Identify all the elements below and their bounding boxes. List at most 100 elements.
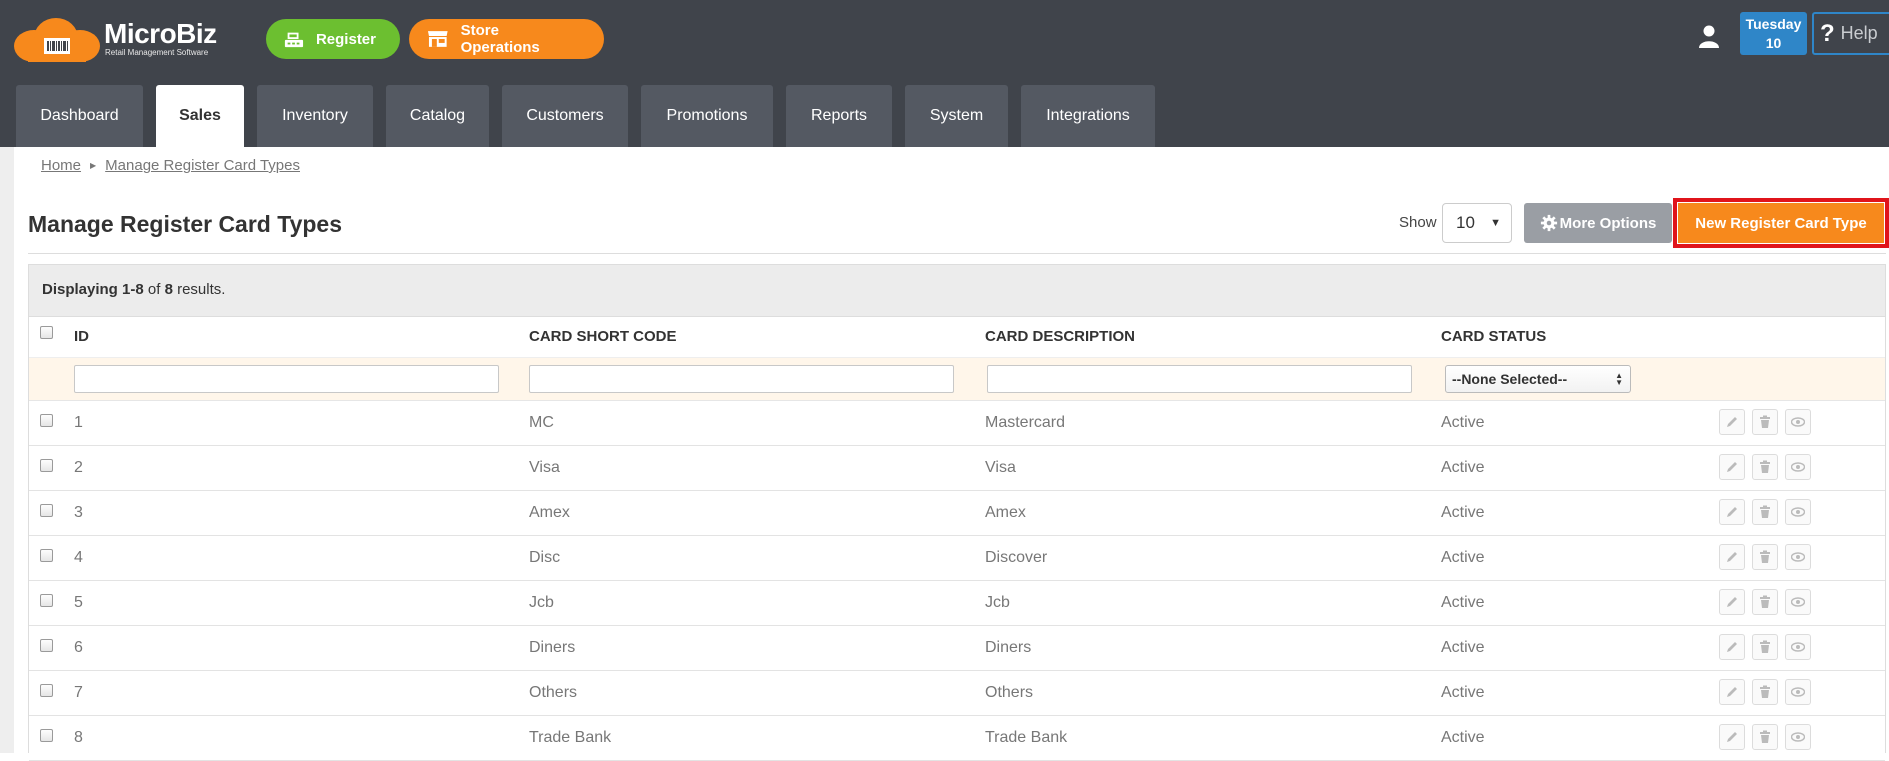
row-checkbox[interactable] [40, 414, 53, 427]
delete-button[interactable] [1752, 544, 1778, 570]
description-filter-input[interactable] [987, 365, 1412, 393]
cell-code: Diners [529, 639, 576, 656]
help-button[interactable]: ? Help [1812, 12, 1889, 55]
date-badge[interactable]: Tuesday 10 [1740, 12, 1807, 55]
row-checkbox[interactable] [40, 684, 53, 697]
row-checkbox[interactable] [40, 504, 53, 517]
tab-promotions[interactable]: Promotions [641, 85, 773, 147]
eye-icon [1791, 417, 1805, 427]
row-checkbox[interactable] [40, 639, 53, 652]
view-button[interactable] [1785, 589, 1811, 615]
view-button[interactable] [1785, 724, 1811, 750]
row-checkbox[interactable] [40, 459, 53, 472]
status-filter-select[interactable]: --None Selected-- ▲ ▼ [1445, 365, 1631, 393]
cell-status: Active [1441, 549, 1485, 566]
cell-id: 5 [74, 594, 83, 611]
trash-icon [1760, 730, 1770, 743]
edit-button[interactable] [1719, 634, 1745, 660]
filter-row: --None Selected-- ▲ ▼ [29, 358, 1885, 401]
delete-button[interactable] [1752, 724, 1778, 750]
pencil-icon [1727, 597, 1737, 607]
tab-catalog[interactable]: Catalog [386, 85, 489, 147]
table-row[interactable]: 7 Others Others Active [29, 671, 1885, 716]
edit-button[interactable] [1719, 454, 1745, 480]
delete-button[interactable] [1752, 454, 1778, 480]
tab-system[interactable]: System [905, 85, 1008, 147]
microbiz-logo[interactable]: MicroBiz Retail Management Software [14, 12, 224, 62]
select-all-checkbox[interactable] [40, 326, 53, 339]
delete-button[interactable] [1752, 499, 1778, 525]
table-row[interactable]: 8 Trade Bank Trade Bank Active [29, 716, 1885, 761]
view-button[interactable] [1785, 634, 1811, 660]
tab-inventory[interactable]: Inventory [257, 85, 373, 147]
view-button[interactable] [1785, 679, 1811, 705]
row-checkbox[interactable] [40, 729, 53, 742]
more-options-button[interactable]: More Options [1524, 203, 1672, 243]
cash-register-icon [284, 32, 304, 48]
cell-status: Active [1441, 504, 1485, 521]
table-row[interactable]: 4 Disc Discover Active [29, 536, 1885, 581]
register-button[interactable]: Register [266, 19, 400, 59]
page-size-select[interactable]: 10 ▼ [1442, 203, 1512, 243]
table-body: 1 MC Mastercard Active 2 Visa Visa Activ… [29, 401, 1885, 761]
edit-button[interactable] [1719, 589, 1745, 615]
edit-button[interactable] [1719, 499, 1745, 525]
id-filter-input[interactable] [74, 365, 499, 393]
cell-code: MC [529, 414, 554, 431]
delete-button[interactable] [1752, 634, 1778, 660]
view-button[interactable] [1785, 499, 1811, 525]
table-row[interactable]: 3 Amex Amex Active [29, 491, 1885, 536]
column-header-description[interactable]: CARD DESCRIPTION [985, 328, 1135, 345]
row-checkbox[interactable] [40, 594, 53, 607]
breadcrumb-home-link[interactable]: Home [41, 157, 81, 174]
user-icon[interactable] [1697, 24, 1721, 48]
logo-title: MicroBiz [104, 18, 217, 49]
eye-icon [1791, 462, 1805, 472]
tab-customers[interactable]: Customers [502, 85, 628, 147]
breadcrumb-current-link[interactable]: Manage Register Card Types [105, 157, 300, 174]
code-filter-input[interactable] [529, 365, 954, 393]
store-operations-button[interactable]: Store Operations [409, 19, 604, 59]
edit-button[interactable] [1719, 544, 1745, 570]
table-row[interactable]: 6 Diners Diners Active [29, 626, 1885, 671]
tab-sales[interactable]: Sales [156, 85, 244, 147]
date-number: 10 [1765, 35, 1782, 51]
page-title: Manage Register Card Types [28, 211, 343, 237]
cell-status: Active [1441, 684, 1485, 701]
cell-status: Active [1441, 594, 1485, 611]
row-checkbox[interactable] [40, 549, 53, 562]
view-button[interactable] [1785, 544, 1811, 570]
tab-dashboard[interactable]: Dashboard [16, 85, 143, 147]
column-header-id[interactable]: ID [74, 328, 89, 345]
table-row[interactable]: 2 Visa Visa Active [29, 446, 1885, 491]
pencil-icon [1727, 642, 1737, 652]
trash-icon [1760, 460, 1770, 473]
select-arrows-icon: ▲ ▼ [1615, 371, 1623, 387]
view-button[interactable] [1785, 454, 1811, 480]
delete-button[interactable] [1752, 679, 1778, 705]
row-actions [1719, 499, 1818, 525]
new-register-card-type-button[interactable]: New Register Card Type [1678, 203, 1884, 243]
pencil-icon [1727, 732, 1737, 742]
edit-button[interactable] [1719, 679, 1745, 705]
table-row[interactable]: 1 MC Mastercard Active [29, 401, 1885, 446]
column-header-code[interactable]: CARD SHORT CODE [529, 328, 677, 345]
view-button[interactable] [1785, 409, 1811, 435]
status-filter-value: --None Selected-- [1452, 371, 1568, 387]
table-row[interactable]: 5 Jcb Jcb Active [29, 581, 1885, 626]
cell-status: Active [1441, 459, 1485, 476]
cell-status: Active [1441, 729, 1485, 746]
help-label: Help [1840, 23, 1878, 43]
row-actions [1719, 589, 1818, 615]
pencil-icon [1727, 417, 1737, 427]
delete-button[interactable] [1752, 589, 1778, 615]
caret-down-icon: ▼ [1490, 217, 1501, 229]
tab-integrations[interactable]: Integrations [1021, 85, 1155, 147]
left-gutter [0, 147, 14, 753]
edit-button[interactable] [1719, 724, 1745, 750]
delete-button[interactable] [1752, 409, 1778, 435]
column-header-status[interactable]: CARD STATUS [1441, 328, 1546, 345]
edit-button[interactable] [1719, 409, 1745, 435]
register-label: Register [315, 30, 376, 48]
tab-reports[interactable]: Reports [786, 85, 892, 147]
